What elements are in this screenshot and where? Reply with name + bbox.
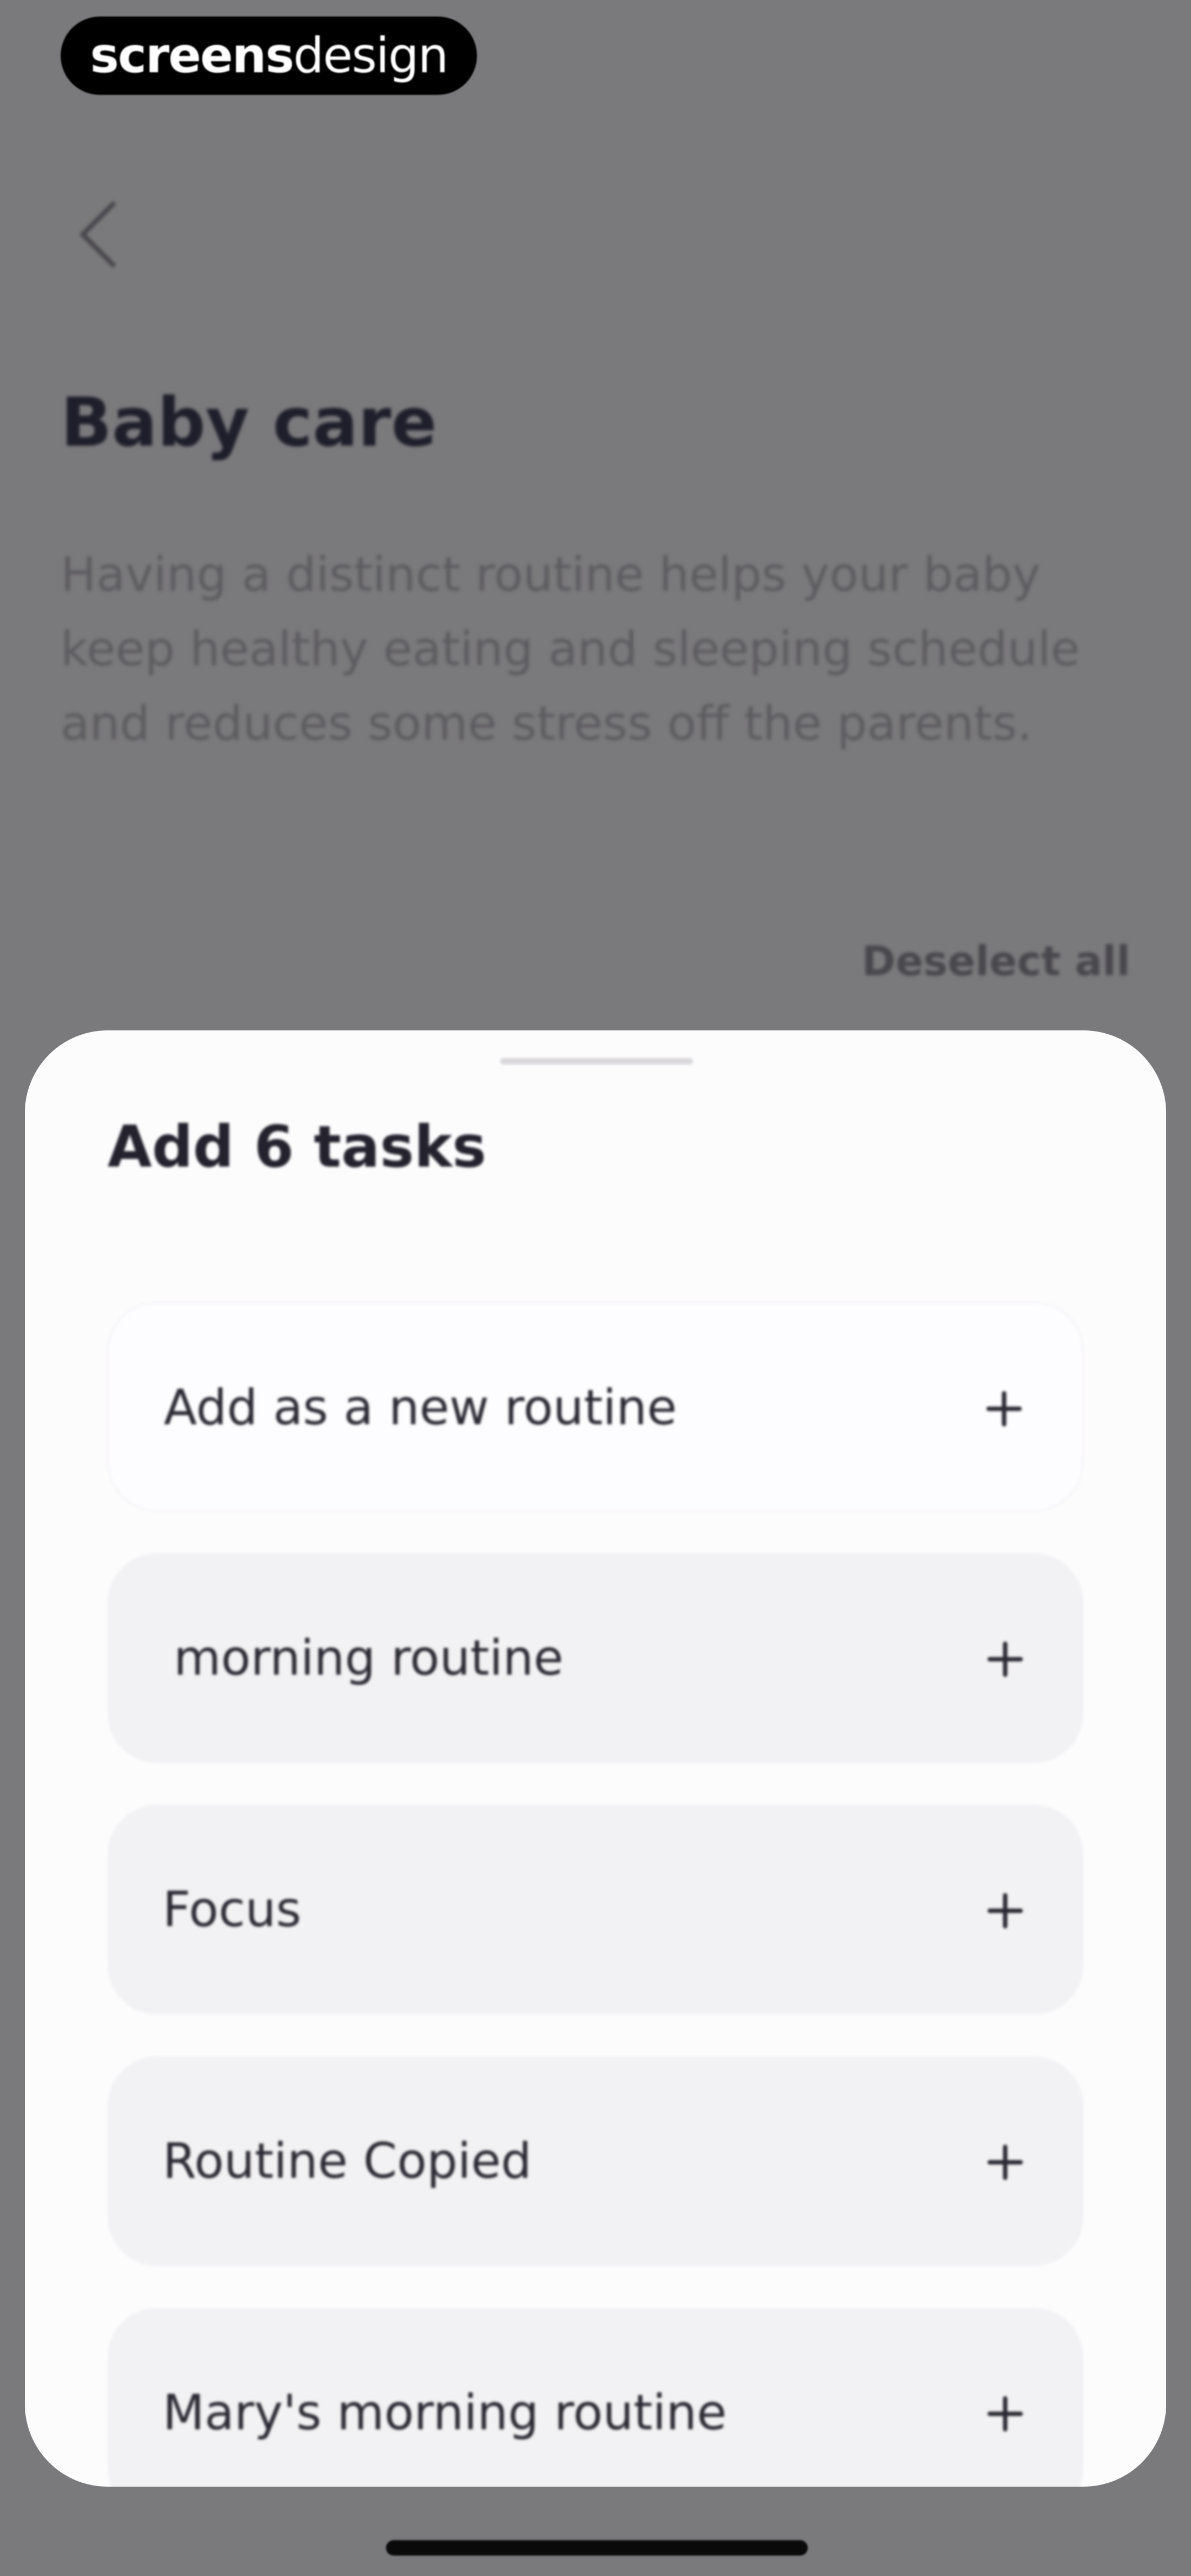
plus-icon: [988, 1893, 1023, 1928]
option-label: Add as a new routine: [164, 1379, 677, 1436]
sheet-title: Add 6 tasks: [108, 1113, 487, 1180]
watermark-light: design: [293, 27, 449, 84]
plus-icon: [988, 2145, 1023, 2180]
plus-icon: [988, 1642, 1023, 1677]
option-morning-routine[interactable]: morning routine: [108, 1553, 1083, 1763]
chevron-left-icon: [80, 201, 116, 268]
home-indicator[interactable]: [386, 2540, 808, 2556]
sheet-grabber[interactable]: [500, 1058, 693, 1065]
deselect-all-button[interactable]: Deselect all: [862, 938, 1130, 985]
watermark-bold: screens: [90, 27, 294, 84]
option-label: Focus: [163, 1881, 302, 1938]
option-label: Mary's morning routine: [163, 2384, 727, 2441]
option-label: Routine Copied: [163, 2133, 532, 2189]
plus-icon: [988, 2396, 1023, 2431]
option-add-new-routine[interactable]: Add as a new routine: [108, 1302, 1083, 1511]
option-label: morning routine: [174, 1629, 564, 1686]
bottom-sheet: Add 6 tasks Add as a new routine morning…: [25, 1030, 1166, 2487]
back-button[interactable]: [66, 193, 132, 276]
plus-icon: [986, 1391, 1022, 1426]
watermark-logo: screensdesign: [61, 17, 477, 95]
page-title: Baby care: [61, 383, 437, 462]
option-routine-copied[interactable]: Routine Copied: [108, 2056, 1083, 2266]
page-description: Having a distinct routine helps your bab…: [61, 547, 1080, 751]
option-focus[interactable]: Focus: [108, 1805, 1083, 2014]
screen: screensdesign Baby care Having a distinc…: [0, 0, 1191, 2576]
option-marys-morning-routine[interactable]: Mary's morning routine: [108, 2308, 1083, 2487]
